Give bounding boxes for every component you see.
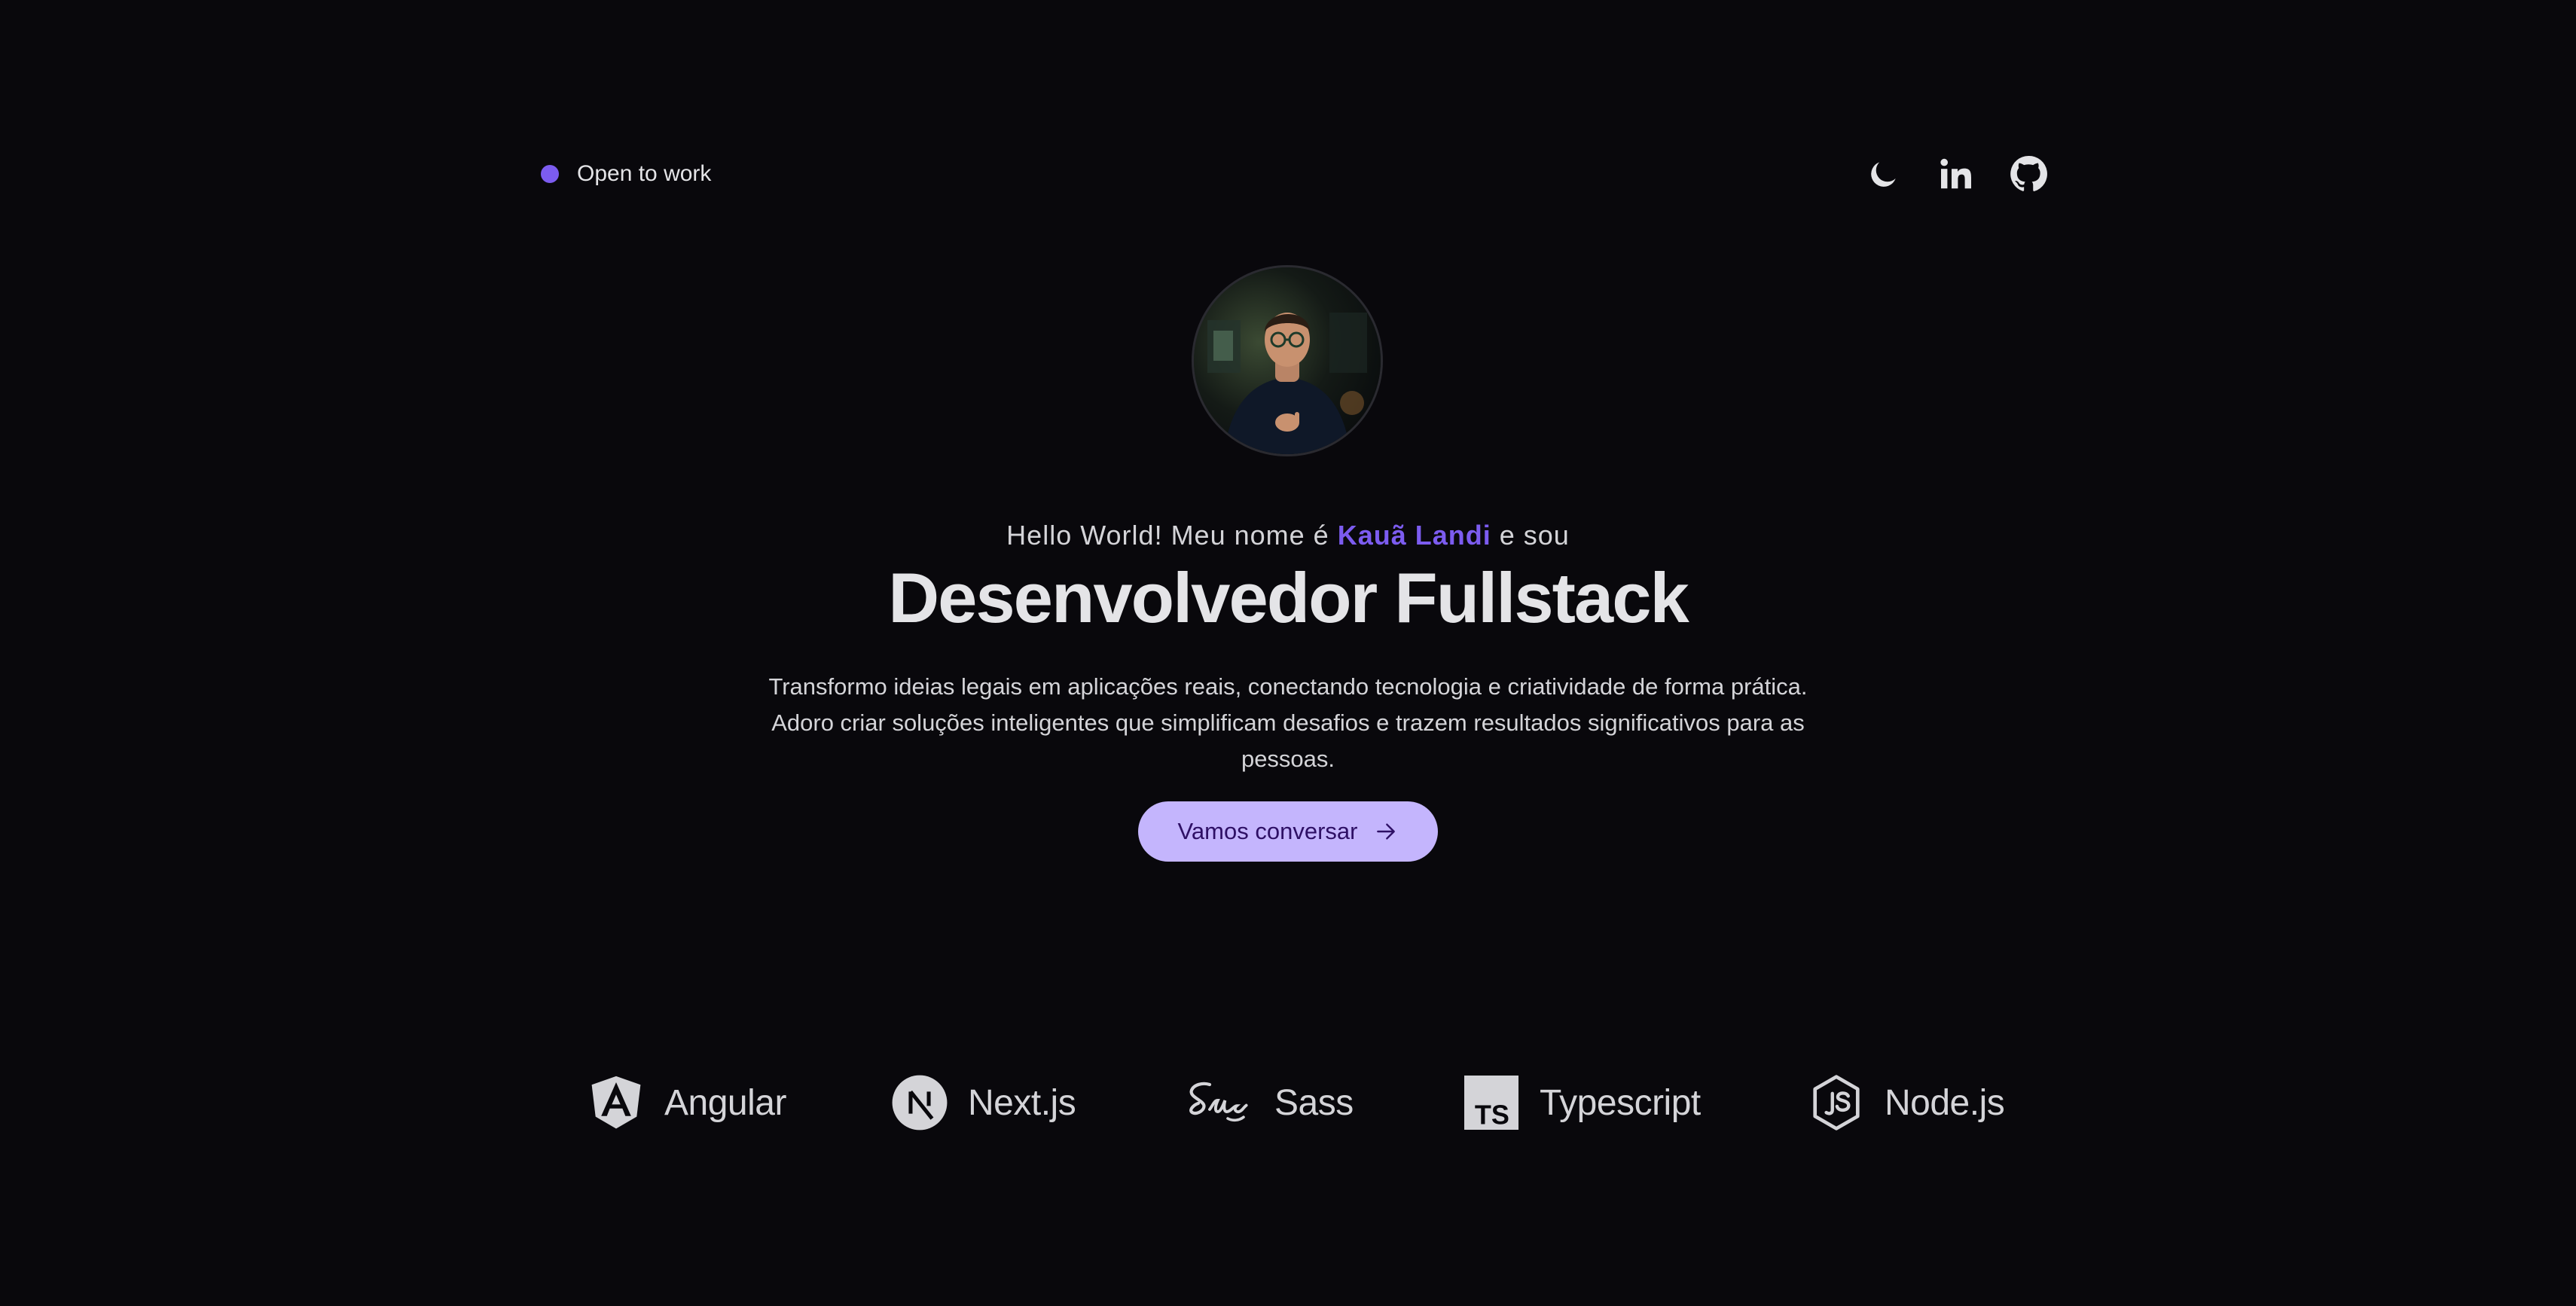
tech-label: Next.js — [968, 1082, 1076, 1123]
tech-label: Node.js — [1885, 1082, 2005, 1123]
github-link[interactable] — [2008, 151, 2049, 197]
tech-item-typescript: TS Typescript — [1463, 1071, 1701, 1134]
moon-icon — [1871, 162, 1896, 187]
profile-photo — [1194, 267, 1381, 454]
tech-label: Sass — [1274, 1082, 1354, 1123]
theme-toggle-button[interactable] — [1863, 151, 1904, 197]
svg-text:TS: TS — [1475, 1100, 1509, 1131]
status-dot — [541, 165, 559, 183]
status-label: Open to work — [577, 161, 712, 186]
tech-item-nodejs: Node.js — [1808, 1071, 2005, 1134]
tech-stack: Angular Next.js Sass TS Typescript Node.… — [0, 1071, 2576, 1134]
cta-label: Vamos conversar — [1177, 818, 1358, 844]
sass-icon — [1189, 1082, 1248, 1122]
tech-label: Angular — [664, 1082, 786, 1123]
hero-description: Transformo ideias legais em aplicações r… — [768, 673, 1808, 772]
tech-item-angular: Angular — [588, 1071, 786, 1134]
angular-icon — [591, 1076, 641, 1129]
linkedin-link[interactable] — [1936, 151, 1976, 197]
tech-item-nextjs: Next.js — [891, 1071, 1076, 1134]
open-to-work-status: Open to work — [541, 160, 711, 188]
tech-label: Typescript — [1540, 1082, 1701, 1123]
arrow-right-icon — [1377, 823, 1396, 840]
typescript-icon: TS — [1464, 1076, 1518, 1130]
profile-avatar — [1192, 265, 1383, 456]
lets-talk-button[interactable]: Vamos conversar — [1138, 801, 1438, 862]
greeting-prefix: Hello World! Meu nome é — [1006, 520, 1329, 551]
github-icon — [2010, 156, 2047, 191]
developer-name: Kauã Landi — [1337, 520, 1491, 551]
tech-item-sass: Sass — [1183, 1071, 1354, 1134]
hero-headline: Desenvolvedor Fullstack — [888, 558, 1689, 637]
linkedin-icon — [1940, 158, 1971, 189]
hero-greeting: Hello World! Meu nome é Kauã Landi e sou — [0, 520, 2576, 551]
nextjs-icon — [892, 1075, 948, 1131]
header-actions — [1863, 151, 2049, 197]
nodejs-icon — [1813, 1075, 1860, 1131]
greeting-suffix: e sou — [1499, 520, 1570, 551]
